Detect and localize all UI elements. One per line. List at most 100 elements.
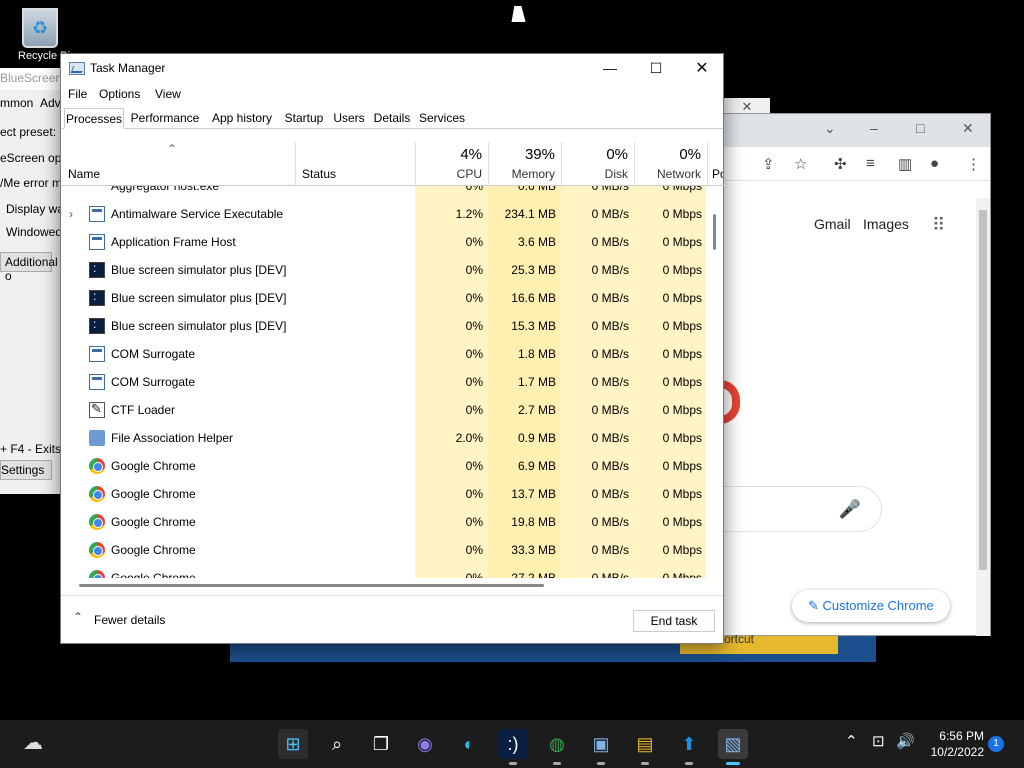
minimize-icon[interactable]: – — [870, 120, 878, 136]
microphone-icon[interactable]: 🎤 — [839, 499, 861, 520]
bluescreen-settings-button[interactable]: Settings — [0, 460, 52, 480]
task-manager-titlebar[interactable]: Task Manager — ☐ ✕ — [61, 54, 723, 83]
chevron-up-icon[interactable]: ⌃ — [73, 610, 83, 624]
table-row[interactable]: Google Chrome 0% 13.7 MB 0 MB/s 0 Mbps — [61, 480, 707, 508]
star-icon[interactable]: ☆ — [794, 155, 807, 173]
bluescreen-additional-button[interactable]: Additional o — [0, 252, 58, 283]
customize-chrome-button[interactable]: ✎ Customize Chrome — [792, 590, 950, 622]
tab-app-history[interactable]: App history — [207, 108, 277, 129]
table-row[interactable]: Application Frame Host 0% 3.6 MB 0 MB/s 0 Mb… — [61, 228, 707, 256]
tab-details[interactable]: Details — [371, 108, 413, 129]
chrome-window[interactable]: ⌄ – □ ✕ ⇪ ☆ ✣ ≡ ▥ ● ⋮ Gmail Images ⠿ 🎤 ✎… — [714, 113, 991, 636]
process-cpu: 0% — [465, 459, 483, 473]
table-row[interactable]: COM Surrogate 0% 1.8 MB 0 MB/s 0 Mbps — [61, 340, 707, 368]
file-explorer-icon[interactable]: ▤ — [630, 729, 660, 765]
bluescreen-simulator-icon[interactable]: :) — [498, 729, 528, 765]
share-icon[interactable]: ⇪ — [762, 155, 775, 173]
end-task-button[interactable]: End task — [633, 610, 715, 632]
table-row[interactable]: Google Chrome 0% 19.8 MB 0 MB/s 0 Mbps — [61, 508, 707, 536]
table-row[interactable]: Blue screen simulator plus [DEV] 0% 15.3 M… — [61, 312, 707, 340]
recycle-bin-desktop-icon[interactable]: Recycle Bin — [18, 8, 76, 62]
start-button-icon[interactable]: ⊞ — [278, 729, 308, 759]
bluescreen-option-display[interactable]: Display wat — [6, 202, 67, 216]
tab-performance[interactable]: Performance — [127, 108, 203, 129]
menu-dots-icon[interactable]: ⋮ — [966, 155, 981, 173]
chevron-up-tray-icon[interactable]: ⌃ — [845, 732, 858, 750]
expand-chevron-icon[interactable]: › — [69, 200, 73, 228]
process-memory: 19.8 MB — [511, 515, 556, 529]
app-window-icon[interactable]: ▣ — [586, 729, 616, 765]
close-icon[interactable]: ✕ — [962, 120, 974, 137]
table-row[interactable]: Aggregator host.exe 0% 0.6 MB 0 MB/s 0 M… — [61, 186, 707, 200]
process-list[interactable]: Aggregator host.exe 0% 0.6 MB 0 MB/s 0 M… — [61, 186, 707, 578]
task-manager-taskbar-icon[interactable]: ▧ — [718, 729, 748, 765]
bluescreen-window[interactable]: BlueScreen mmon Adv ect preset: eScreen … — [0, 68, 74, 494]
chrome-icon — [89, 458, 105, 474]
table-row[interactable]: Google Chrome 0% 33.3 MB 0 MB/s 0 Mbps — [61, 536, 707, 564]
bluescreen-tab-advanced[interactable]: Adv — [40, 96, 61, 110]
process-memory: 0.6 MB — [517, 186, 556, 193]
edge-icon[interactable]: ◐ — [454, 729, 484, 759]
vertical-scroll-thumb[interactable] — [713, 214, 716, 250]
images-link[interactable]: Images — [863, 216, 909, 232]
table-row[interactable]: COM Surrogate 0% 1.7 MB 0 MB/s 0 Mbps — [61, 368, 707, 396]
process-list-vertical-scrollbar[interactable] — [706, 186, 723, 578]
fewer-details-link[interactable]: Fewer details — [94, 613, 165, 627]
upload-arrow-icon[interactable]: ⬆ — [674, 729, 704, 765]
process-network: 0 Mbps — [662, 207, 702, 221]
process-name: File Association Helper — [111, 431, 234, 445]
task-view-icon[interactable]: ❐ — [366, 729, 396, 759]
task-manager-window[interactable]: Task Manager — ☐ ✕ File Options View Pro… — [60, 53, 725, 644]
chrome-icon[interactable]: ◍ — [542, 729, 572, 765]
table-row[interactable]: Blue screen simulator plus [DEV] 0% 16.6 M… — [61, 284, 707, 312]
chrome-toolbar: ⇪ ☆ ✣ ≡ ▥ ● ⋮ — [724, 147, 990, 181]
menu-view[interactable]: View — [155, 87, 181, 101]
chrome-scrollbar[interactable] — [976, 198, 990, 636]
column-memory-header[interactable]: 39% Memory — [488, 142, 561, 186]
weather-icon[interactable]: ☁ — [18, 728, 48, 758]
chrome-scroll-thumb[interactable] — [979, 210, 987, 570]
google-search-box[interactable]: 🎤 — [714, 486, 882, 532]
column-name[interactable]: Name — [68, 167, 100, 181]
bluescreen-tab-common[interactable]: mmon — [0, 96, 33, 110]
column-cpu-header[interactable]: 4% CPU — [415, 142, 488, 186]
chevron-down-icon[interactable]: ⌄ — [824, 120, 836, 137]
minimize-button[interactable]: — — [587, 54, 633, 83]
column-power-header[interactable]: Po — [707, 142, 723, 186]
table-row[interactable]: Blue screen simulator plus [DEV] 0% 25.3 M… — [61, 256, 707, 284]
media-control-icon[interactable]: ≡ — [866, 155, 875, 172]
bluescreen-app-icon — [89, 261, 105, 278]
gmail-link[interactable]: Gmail — [814, 216, 851, 232]
table-row[interactable]: Google Chrome 0% 6.9 MB 0 MB/s 0 Mbps — [61, 452, 707, 480]
menu-options[interactable]: Options — [99, 87, 140, 101]
notification-badge[interactable]: 1 — [988, 736, 1004, 752]
column-disk-header[interactable]: 0% Disk — [561, 142, 634, 186]
volume-icon[interactable]: 🔊 — [896, 732, 915, 750]
maximize-button[interactable]: ☐ — [633, 54, 679, 83]
tab-services[interactable]: Services — [417, 108, 467, 129]
horizontal-scroll-thumb[interactable] — [79, 584, 544, 587]
side-panel-icon[interactable]: ▥ — [898, 155, 912, 173]
search-icon[interactable]: ⌕ — [322, 729, 352, 759]
table-row[interactable]: File Association Helper 2.0% 0.9 MB 0 MB/s 0… — [61, 424, 707, 452]
table-row[interactable]: Google Chrome 0% 27.2 MB 0 MB/s 0 Mbps — [61, 564, 707, 578]
recycle-bin-label: Recycle Bin — [18, 50, 77, 62]
teams-chat-icon[interactable]: ◉ — [410, 729, 440, 759]
maximize-icon[interactable]: □ — [916, 120, 924, 136]
apps-grid-icon[interactable]: ⠿ — [932, 215, 945, 236]
menu-file[interactable]: File — [68, 87, 87, 101]
table-row[interactable]: › Antimalware Service Executable 1.2% 234.1… — [61, 200, 707, 228]
profile-avatar-icon[interactable]: ● — [930, 155, 939, 172]
extensions-icon[interactable]: ✣ — [834, 155, 847, 173]
process-list-horizontal-scrollbar[interactable] — [61, 578, 707, 592]
network-icon[interactable]: ⊡ — [872, 732, 885, 750]
column-network-header[interactable]: 0% Network — [634, 142, 707, 186]
close-button[interactable]: ✕ — [679, 54, 725, 83]
column-status-header[interactable]: Status — [295, 142, 415, 186]
table-row[interactable]: CTF Loader 0% 2.7 MB 0 MB/s 0 Mbps — [61, 396, 707, 424]
system-clock[interactable]: 6:56 PM 10/2/2022 — [920, 728, 984, 760]
tab-users[interactable]: Users — [331, 108, 367, 129]
tab-startup[interactable]: Startup — [281, 108, 327, 129]
tab-processes[interactable]: Processes — [64, 108, 124, 129]
bluescreen-option-windowed[interactable]: Windowed — [6, 225, 62, 239]
